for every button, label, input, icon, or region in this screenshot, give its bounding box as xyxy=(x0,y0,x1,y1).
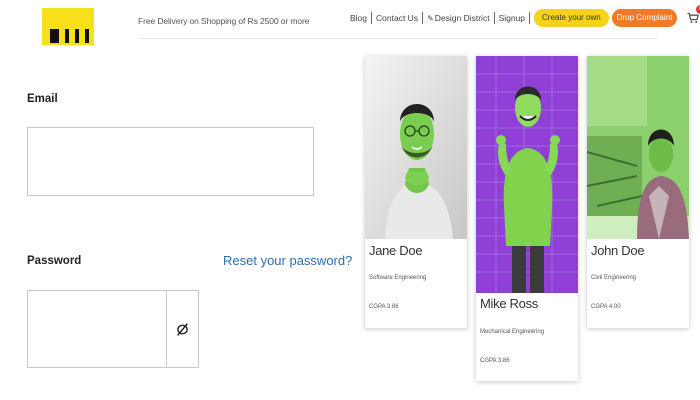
nav-link-signup[interactable]: Signup xyxy=(495,13,529,23)
site-logo[interactable] xyxy=(42,8,94,45)
member-name: John Doe xyxy=(591,243,645,258)
member-gpa: CGPA 3.86 xyxy=(480,358,510,364)
reset-password-link[interactable]: Reset your password? xyxy=(223,253,352,268)
email-field[interactable] xyxy=(27,127,314,196)
member-name: Mike Ross xyxy=(480,296,538,311)
team-card[interactable]: John Doe Civil Engineering CGPA 4.00 xyxy=(587,56,689,328)
member-department: Mechanical Engineering xyxy=(480,329,545,335)
member-department: Civil Engineering xyxy=(591,275,637,281)
profile-photo xyxy=(587,56,689,239)
nav-link-blog[interactable]: Blog xyxy=(346,13,371,23)
profile-photo xyxy=(365,56,467,239)
nav-link-contact-us[interactable]: Contact Us xyxy=(372,13,422,23)
team-card[interactable]: Mike Ross Mechanical Engineering CGPA 3.… xyxy=(476,56,578,381)
nav-link-design-district-label: Design District xyxy=(434,13,490,23)
logo-mark xyxy=(50,29,89,43)
cart-count-badge: 0 xyxy=(696,5,700,14)
nav-link-design-district[interactable]: ✎Design District xyxy=(423,13,494,23)
show-password-toggle[interactable] xyxy=(166,290,199,368)
shopping-cart-icon[interactable]: 0 xyxy=(687,5,700,24)
member-department: Software Engineering xyxy=(369,275,427,281)
email-label: Email xyxy=(27,93,58,105)
member-name: Jane Doe xyxy=(369,243,423,258)
member-gpa: CGPA 3.86 xyxy=(369,304,399,310)
password-field[interactable] xyxy=(27,290,166,368)
eye-slash-icon xyxy=(177,322,188,336)
password-label: Password xyxy=(27,255,82,267)
profile-photo xyxy=(476,56,578,293)
member-gpa: CGPA 4.00 xyxy=(591,304,621,310)
header-divider xyxy=(138,38,658,39)
drop-complaint-button[interactable]: Drop Complaint xyxy=(611,9,678,27)
nav-divider xyxy=(529,12,531,24)
pen-icon: ✎ xyxy=(427,14,434,23)
free-delivery-banner: Free Delivery on Shopping of Rs 2500 or … xyxy=(138,16,310,26)
team-card[interactable]: Jane Doe Software Engineering CGPA 3.86 xyxy=(365,56,467,328)
create-your-own-button[interactable]: Create your own xyxy=(534,9,609,27)
top-nav: Blog Contact Us ✎Design District Signup … xyxy=(346,5,700,27)
